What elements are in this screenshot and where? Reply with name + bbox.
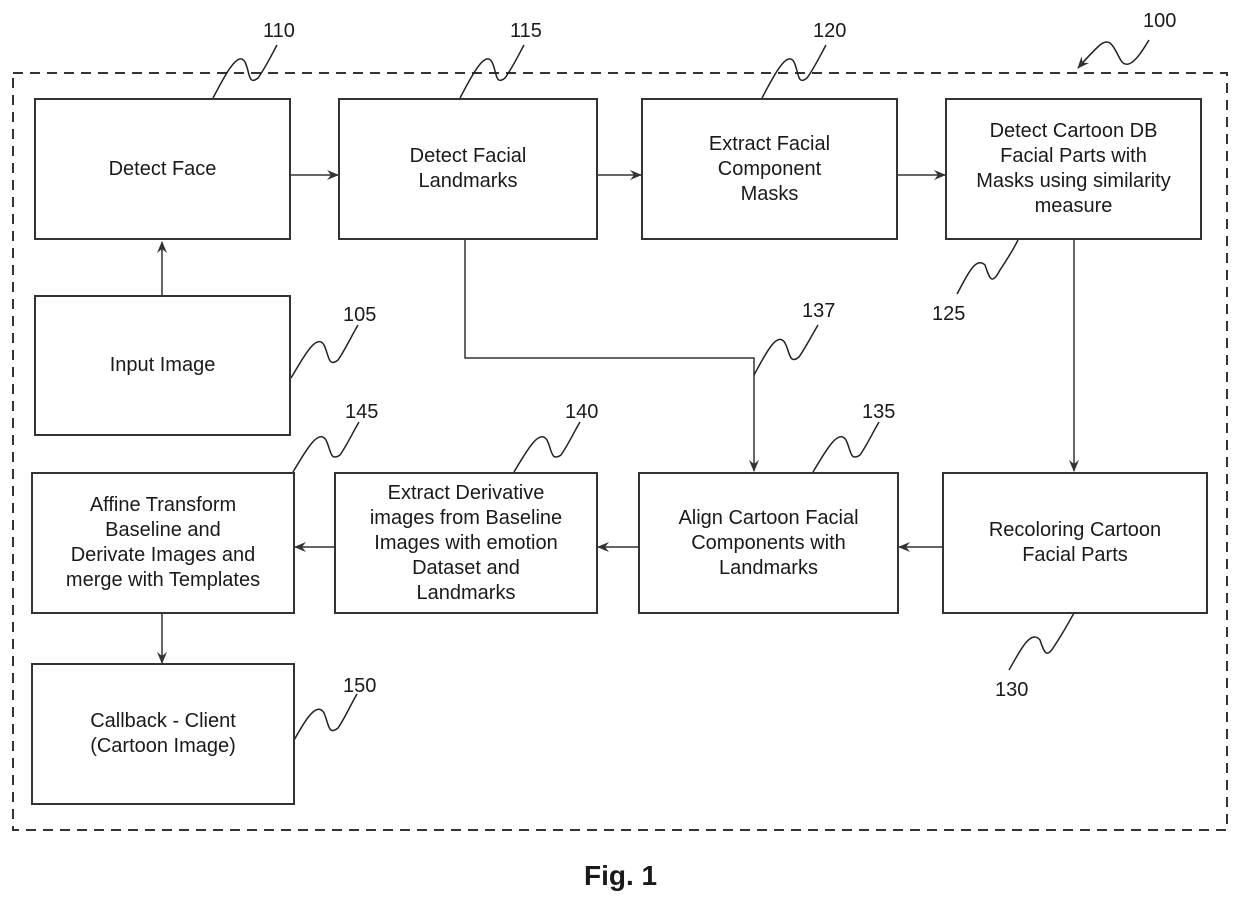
node-detect-face: Detect Face [34,98,291,240]
ref-label-120: 120 [813,20,847,42]
node-input-image: Input Image [34,295,291,436]
edge-115-135 [464,240,759,472]
leader-150 [292,693,358,743]
ref-label-100: 100 [1143,10,1177,32]
ref-label-110: 110 [263,20,295,42]
node-extract-derivative-images: Extract Derivative images from Baseline … [334,472,598,614]
ref-label-140: 140 [565,401,599,423]
leader-135 [812,421,880,473]
node-affine-transform: Affine Transform Baseline and Derivate I… [31,472,295,614]
ref-label-125: 125 [932,303,966,325]
ref-label-130: 130 [995,679,1029,701]
leader-115 [459,44,525,99]
leader-120 [761,44,827,99]
node-detect-cartoon-db-facial-parts: Detect Cartoon DB Facial Parts with Mask… [945,98,1202,240]
leader-100 [1077,39,1150,69]
node-callback-client: Callback - Client (Cartoon Image) [31,663,295,805]
node-recoloring-cartoon-facial-parts: Recoloring Cartoon Facial Parts [942,472,1208,614]
ref-label-145: 145 [345,401,379,423]
leader-145 [292,421,360,473]
ref-label-105: 105 [343,304,377,326]
ref-label-150: 150 [343,675,377,697]
node-extract-facial-component-masks: Extract Facial Component Masks [641,98,898,240]
node-detect-facial-landmarks: Detect Facial Landmarks [338,98,598,240]
leader-110 [212,44,278,99]
ref-label-137: 137 [802,300,836,322]
leader-130 [1008,612,1075,671]
leader-137 [753,324,819,376]
leader-125 [956,239,1019,295]
node-align-cartoon-facial-components: Align Cartoon Facial Components with Lan… [638,472,899,614]
ref-label-115: 115 [510,20,542,42]
leader-140 [513,421,581,473]
ref-label-135: 135 [862,401,896,423]
figure-caption: Fig. 1 [584,860,658,891]
leader-105 [290,324,359,379]
